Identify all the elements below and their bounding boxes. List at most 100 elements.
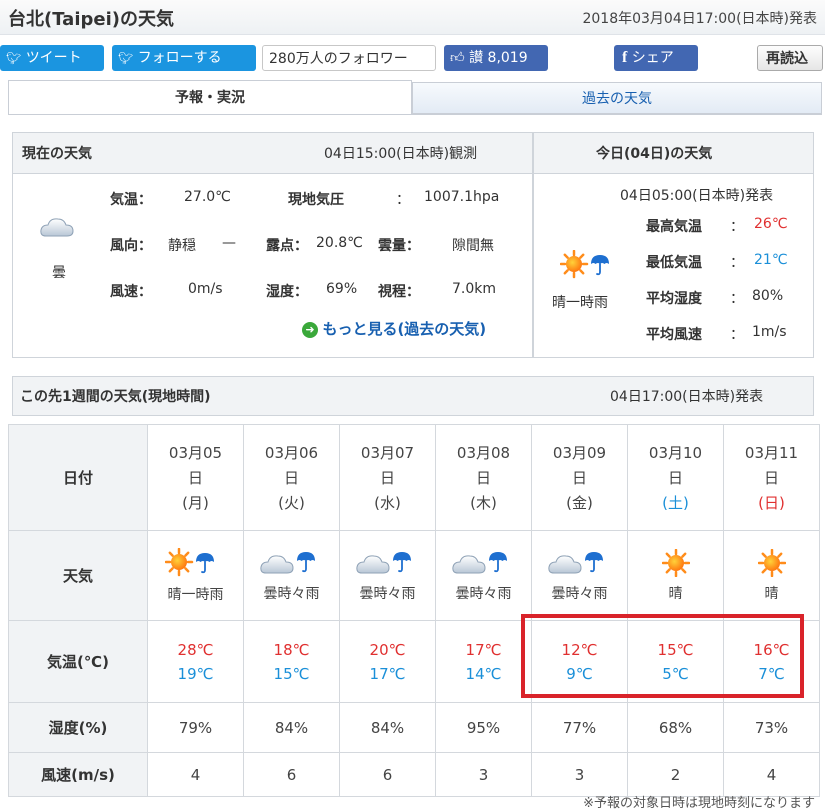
current-weather-heading: 現在の天気 (22, 146, 92, 162)
more-link[interactable]: ➜ もっと見る(過去の天気) (302, 318, 486, 339)
date-text: 03月10 (648, 444, 703, 462)
max-temp-label: 最高気温 (646, 219, 702, 235)
date-cell: 03月07 日 (水) (339, 424, 436, 531)
high-temp: 20℃ (369, 640, 406, 659)
cloud-umbrella-icon (451, 550, 508, 573)
temperature-cell: 28℃ 19℃ (147, 620, 244, 703)
avg-wind-label: 平均風速 (646, 327, 702, 343)
avg-humidity-sep: ： (730, 291, 744, 307)
weather-cell: 曇時々雨 (243, 530, 340, 621)
today-issued: 04日05:00(日本時)発表 (620, 188, 774, 204)
weather-cell: 曇時々雨 (339, 530, 436, 621)
cloud-umbrella-icon (547, 550, 604, 573)
wind-cell: 6 (339, 752, 436, 797)
weather-text: 晴一時雨 (167, 586, 224, 603)
date-cell: 03月11 日 (日) (723, 424, 820, 531)
date-text: 03月06 (264, 444, 319, 462)
more-link-label: もっと見る(過去の天気) (322, 320, 487, 338)
dow-text: (金) (566, 494, 593, 512)
weather-text: 晴 (668, 585, 683, 602)
max-temp-sep: ： (730, 219, 744, 235)
observed-time: 04日15:00(日本時)観測 (324, 146, 478, 162)
humidity-value: 69% (326, 281, 358, 297)
date-row-label: 日付 (8, 424, 148, 531)
follower-count: 280万人のフォロワー (262, 45, 436, 71)
date-text: 03月05 (168, 444, 223, 462)
max-temp-value: 26℃ (754, 216, 788, 232)
footnote: ※予報の対象日時は現地時刻になります (583, 796, 815, 811)
weather-cell: 晴 (627, 530, 724, 621)
humidity-cell: 79% (147, 702, 244, 753)
current-weather-label: 曇 (52, 265, 66, 281)
weather-text: 曇時々雨 (359, 585, 416, 602)
share-button[interactable]: f シェア (614, 45, 698, 71)
pressure-sep: ： (396, 192, 410, 208)
wind-cell: 6 (243, 752, 340, 797)
follow-label: フォローする (137, 50, 222, 66)
humidity-cell: 77% (531, 702, 628, 753)
date-text: 03月09 (552, 444, 607, 462)
wind-dir-value: 静穏 (168, 238, 196, 254)
min-temp-label: 最低気温 (646, 255, 702, 271)
humidity-cell: 95% (435, 702, 532, 753)
day-text: 日 (475, 469, 491, 487)
cloud-cover-value: 隙間無 (452, 238, 494, 254)
visibility-value: 7.0km (452, 281, 497, 297)
temperature-cell: 17℃ 14℃ (435, 620, 532, 703)
dow-text: (水) (374, 494, 401, 512)
wind-row-label: 風速(m/s) (8, 752, 148, 797)
wind-cell: 4 (723, 752, 820, 797)
high-temp: 17℃ (465, 640, 502, 659)
high-temp: 18℃ (273, 640, 310, 659)
min-temp-sep: ： (730, 255, 744, 271)
pressure-value: 1007.1hpa (424, 189, 500, 205)
low-temp: 14℃ (465, 664, 502, 683)
temperature-cell: 20℃ 17℃ (339, 620, 436, 703)
dow-text: (日) (758, 494, 785, 512)
avg-wind-sep: ： (730, 327, 744, 343)
avg-humidity-value: 80% (752, 288, 784, 304)
wind-speed-value: 0m/s (188, 281, 223, 297)
sun-icon (757, 548, 786, 577)
dew-label: 露点： (266, 238, 308, 254)
wind-speed-label: 風速： (110, 284, 152, 300)
weather-text: 曇時々雨 (455, 585, 512, 602)
follow-button[interactable]: 🐦︎ フォローする (112, 45, 256, 71)
dow-text: (月) (182, 494, 209, 512)
reload-button[interactable]: 再読込 (757, 45, 823, 71)
cloud-icon (40, 218, 74, 237)
wind-cell: 4 (147, 752, 244, 797)
tweet-button[interactable]: 🐦︎ ツイート (0, 45, 104, 71)
sun-umbrella-icon (164, 547, 215, 576)
visibility-label: 視程： (378, 284, 420, 300)
low-temp: 17℃ (369, 664, 406, 683)
tab-past-weather[interactable]: 過去の天気 (412, 82, 822, 114)
date-text: 03月08 (456, 444, 511, 462)
issued-time: 2018年03月04日17:00(日本時)発表 (582, 11, 817, 27)
day-text: 日 (571, 469, 587, 487)
date-row: 日付 03月05 日 (月) 03月06 日 (火) 03月07 日 (水) 03月08 日 (… (8, 424, 820, 531)
date-cell: 03月09 日 (金) (531, 424, 628, 531)
temperature-cell: 18℃ 15℃ (243, 620, 340, 703)
day-text: 日 (379, 469, 395, 487)
dow-text: (土) (662, 494, 689, 512)
weather-cell: 曇時々雨 (531, 530, 628, 621)
wind-dir-dash: — (222, 235, 236, 251)
tweet-label: ツイート (25, 50, 82, 66)
highlight-box (521, 614, 804, 698)
date-text: 03月07 (360, 444, 415, 462)
wind-cell: 3 (531, 752, 628, 797)
share-label: シェア (631, 50, 674, 66)
weather-text: 晴 (764, 585, 779, 602)
humidity-cell: 84% (339, 702, 436, 753)
wind-cell: 2 (627, 752, 724, 797)
like-button[interactable]: 👍︎ 讃 8,019 (444, 45, 548, 71)
tab-forecast[interactable]: 予報・実況 (8, 80, 412, 114)
twitter-bird-icon: 🐦︎ (118, 51, 134, 65)
humidity-label: 湿度： (266, 284, 308, 300)
like-label: 讃 (469, 50, 484, 66)
pressure-label: 現地気圧 (288, 192, 344, 208)
date-text: 03月11 (744, 444, 799, 462)
wind-row: 風速(m/s) 4 6 6 3 3 2 4 (8, 752, 820, 797)
day-text: 日 (187, 469, 203, 487)
